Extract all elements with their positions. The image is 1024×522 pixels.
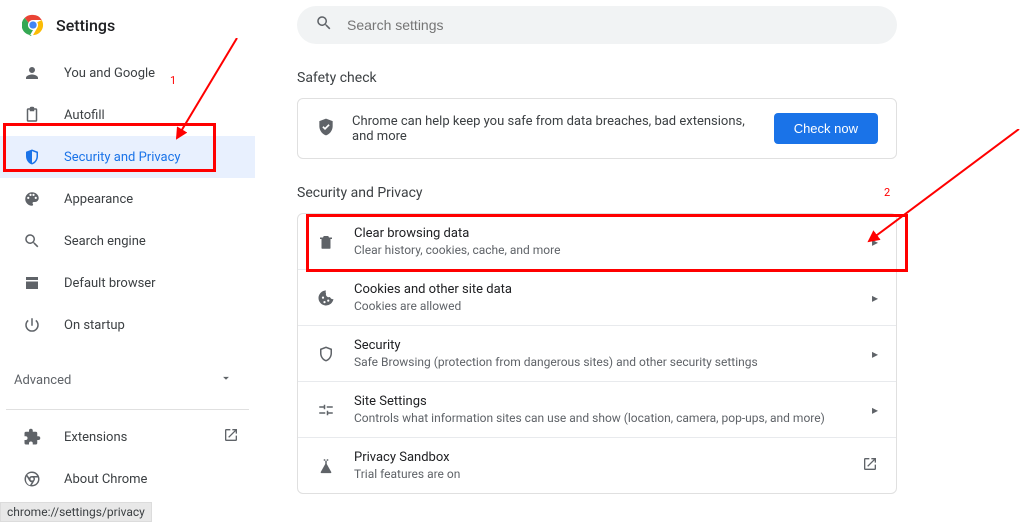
row-subtitle: Trial features are on (354, 467, 460, 481)
security-privacy-card: Clear browsing data Clear history, cooki… (297, 213, 897, 494)
flask-icon (316, 456, 336, 476)
section-security-privacy-heading: Security and Privacy (297, 185, 1002, 201)
sliders-icon (316, 400, 336, 420)
clipboard-icon (22, 105, 42, 125)
row-site-settings[interactable]: Site Settings Controls what information … (298, 381, 896, 437)
sidebar-item-label: Appearance (64, 192, 133, 207)
palette-icon (22, 189, 42, 209)
sidebar-item-label: Security and Privacy (64, 150, 181, 165)
row-subtitle: Safe Browsing (protection from dangerous… (354, 355, 758, 369)
sidebar-item-appearance[interactable]: Appearance (0, 178, 255, 220)
safety-check-text: Chrome can help keep you safe from data … (352, 114, 758, 144)
row-title: Privacy Sandbox (354, 450, 460, 465)
external-link-icon (223, 427, 239, 447)
main-content: Safety check Chrome can help keep you sa… (255, 0, 1024, 522)
cookie-icon (316, 288, 336, 308)
check-now-button[interactable]: Check now (774, 113, 878, 144)
sidebar-item-label: Default browser (64, 276, 156, 291)
search-icon (315, 14, 333, 36)
chevron-right-icon: ▸ (872, 403, 878, 417)
row-title: Site Settings (354, 394, 825, 409)
row-title: Clear browsing data (354, 226, 560, 241)
sidebar-item-autofill[interactable]: Autofill (0, 94, 255, 136)
row-subtitle: Clear history, cookies, cache, and more (354, 243, 560, 257)
sidebar-nav: You and Google Autofill Security and Pri… (0, 52, 255, 346)
chevron-right-icon: ▸ (872, 347, 878, 361)
row-title: Security (354, 338, 758, 353)
section-safety-check-heading: Safety check (297, 70, 1002, 86)
page-title: Settings (56, 16, 115, 35)
annotation-label-1: 1 (170, 74, 176, 87)
row-privacy-sandbox[interactable]: Privacy Sandbox Trial features are on (298, 437, 896, 493)
annotation-label-2: 2 (884, 186, 890, 199)
row-clear-browsing-data[interactable]: Clear browsing data Clear history, cooki… (298, 214, 896, 269)
sidebar-item-extensions[interactable]: Extensions (0, 416, 255, 458)
sidebar-item-default-browser[interactable]: Default browser (0, 262, 255, 304)
sidebar-item-label: You and Google (64, 66, 155, 81)
advanced-label: Advanced (14, 373, 71, 388)
row-cookies[interactable]: Cookies and other site data Cookies are … (298, 269, 896, 325)
logo-row: Settings (0, 6, 255, 48)
sidebar-item-security-privacy[interactable]: Security and Privacy (0, 136, 255, 178)
chrome-outline-icon (22, 469, 42, 489)
search-icon (22, 231, 42, 251)
sidebar-item-search-engine[interactable]: Search engine (0, 220, 255, 262)
shield-icon (22, 147, 42, 167)
chrome-logo-icon (22, 14, 44, 36)
safety-check-card: Chrome can help keep you safe from data … (297, 98, 897, 159)
chevron-right-icon: ▸ (872, 235, 878, 249)
row-subtitle: Controls what information sites can use … (354, 411, 825, 425)
search-input[interactable] (347, 17, 879, 33)
search-bar[interactable] (297, 6, 897, 44)
sidebar-item-you-and-google[interactable]: You and Google (0, 52, 255, 94)
advanced-toggle[interactable]: Advanced (0, 356, 255, 403)
person-icon (22, 63, 42, 83)
puzzle-icon (22, 427, 42, 447)
chevron-right-icon: ▸ (872, 291, 878, 305)
chevron-down-icon (219, 371, 233, 389)
shield-outline-icon (316, 344, 336, 364)
power-icon (22, 315, 42, 335)
sidebar-item-about-chrome[interactable]: About Chrome (0, 458, 255, 500)
browser-icon (22, 273, 42, 293)
row-title: Cookies and other site data (354, 282, 512, 297)
external-link-icon (862, 456, 878, 475)
sidebar-item-label: Autofill (64, 108, 105, 123)
sidebar-item-label: On startup (64, 318, 125, 333)
trash-icon (316, 232, 336, 252)
sidebar-item-label: About Chrome (64, 472, 147, 487)
row-security[interactable]: Security Safe Browsing (protection from … (298, 325, 896, 381)
divider (6, 409, 249, 410)
sidebar-item-label: Search engine (64, 234, 146, 249)
sidebar-item-label: Extensions (64, 430, 127, 445)
row-subtitle: Cookies are allowed (354, 299, 512, 313)
sidebar-item-on-startup[interactable]: On startup (0, 304, 255, 346)
shield-check-icon (316, 117, 336, 141)
sidebar: Settings You and Google Autofill Securit… (0, 0, 255, 522)
status-bar-url: chrome://settings/privacy (0, 502, 152, 522)
